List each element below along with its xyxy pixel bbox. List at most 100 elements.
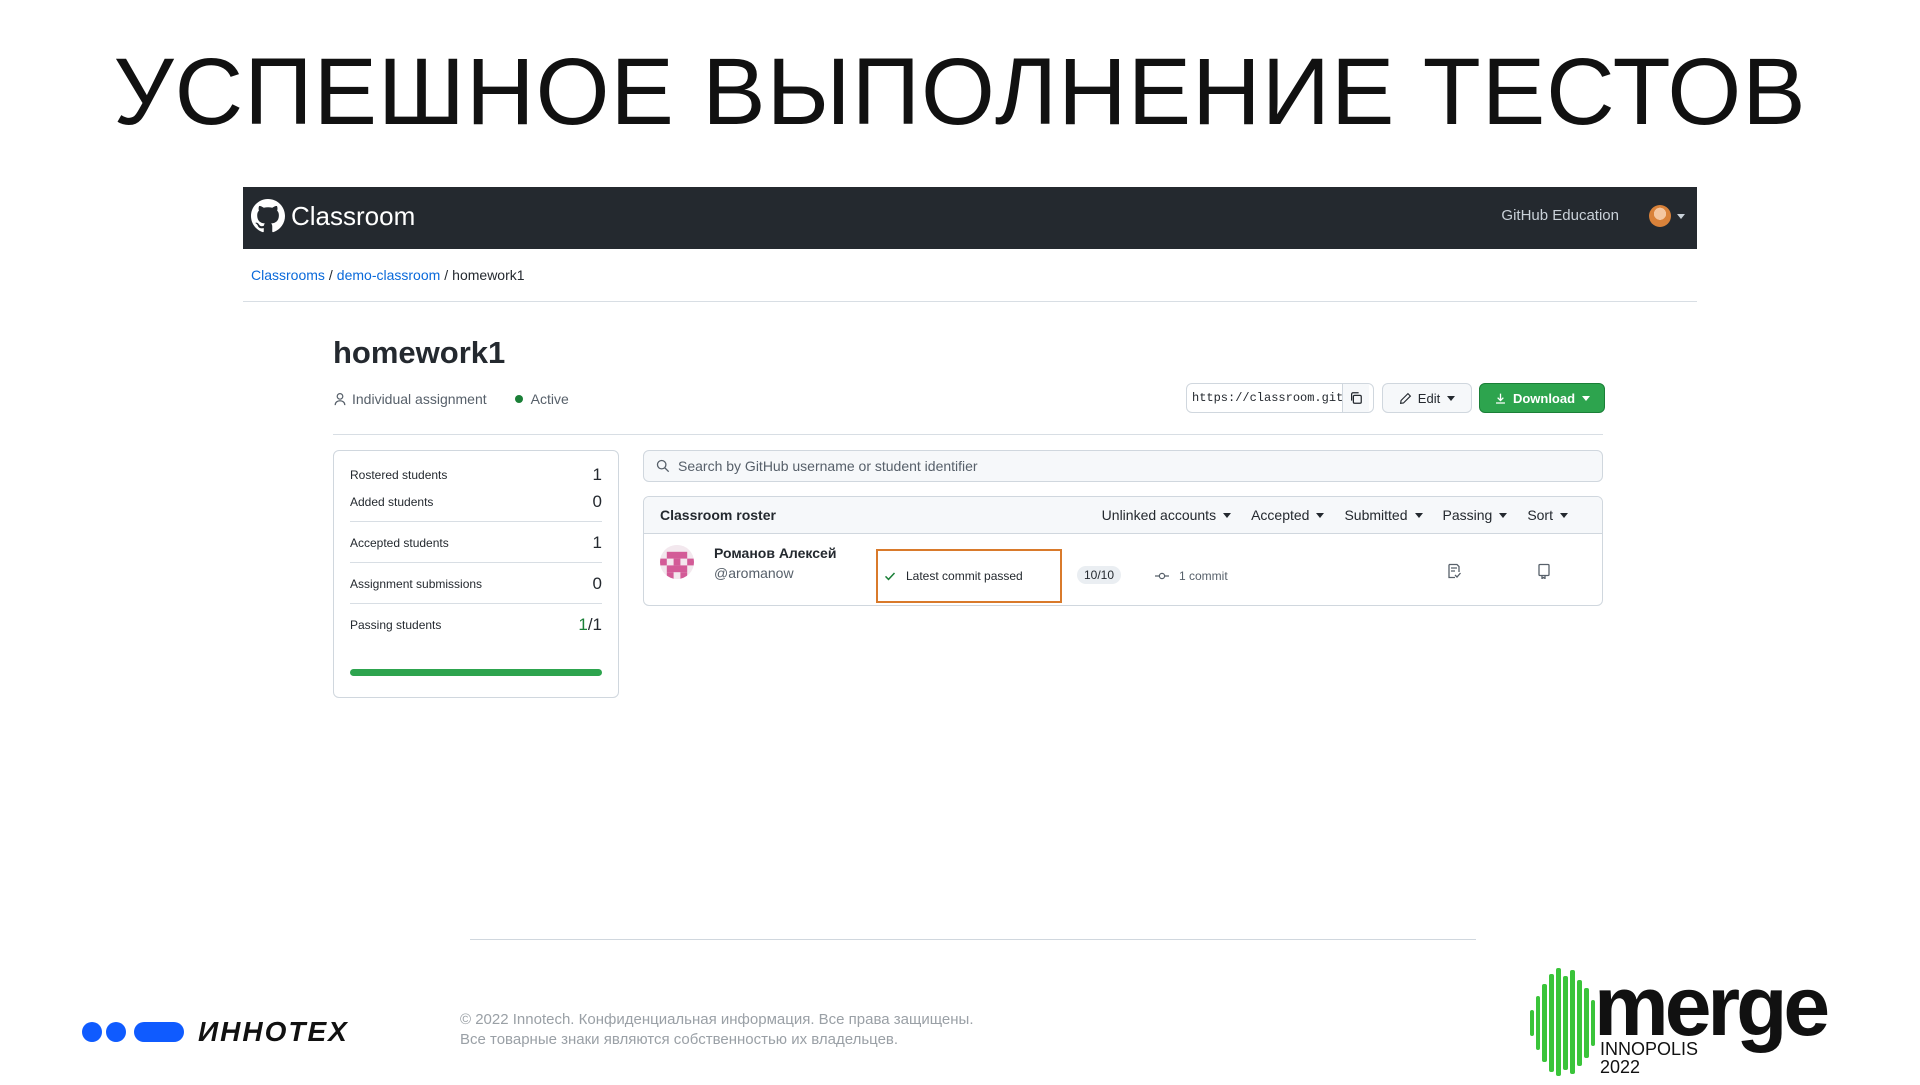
divider <box>243 301 1697 302</box>
filter-label: Sort <box>1527 507 1553 523</box>
filter-unlinked-accounts[interactable]: Unlinked accounts <box>1101 507 1232 523</box>
logo-dot <box>82 1022 102 1042</box>
stat-value: 1/1 <box>578 615 602 635</box>
student-avatar[interactable] <box>660 545 694 579</box>
stat-rostered: Rostered students 1 <box>350 465 602 485</box>
stat-value: 0 <box>592 492 602 511</box>
commit-count[interactable]: 1 commit <box>1155 569 1228 583</box>
edit-button[interactable]: Edit <box>1382 383 1472 413</box>
stat-value: 0 <box>592 574 602 593</box>
stat-value: 1 <box>592 465 602 484</box>
filter-submitted[interactable]: Submitted <box>1344 507 1423 523</box>
chevron-down-icon <box>1560 512 1568 518</box>
copy-button[interactable] <box>1342 384 1369 412</box>
chevron-down-icon <box>1582 395 1591 401</box>
breadcrumb-separator: / <box>328 267 333 283</box>
edit-label: Edit <box>1417 390 1441 406</box>
filter-label: Unlinked accounts <box>1101 507 1217 523</box>
search-icon <box>656 459 670 473</box>
filter-passing[interactable]: Passing <box>1443 507 1508 523</box>
passing-progress-fill <box>350 669 602 676</box>
passing-count: 1 <box>578 615 588 634</box>
passing-progress-bar <box>350 669 602 676</box>
breadcrumb-classroom[interactable]: demo-classroom <box>337 267 440 283</box>
status-dot-icon <box>514 395 523 403</box>
merge-innopolis-logo: merge INNOPOLIS 2022 <box>1528 959 1858 1080</box>
stat-accepted: Accepted students 1 <box>350 533 602 553</box>
user-avatar[interactable] <box>1649 205 1671 227</box>
classroom-roster: Classroom roster Unlinked accounts Accep… <box>643 496 1603 606</box>
stat-added: Added students 0 <box>350 492 602 512</box>
feedback-icon[interactable] <box>1446 563 1462 579</box>
invite-url-text[interactable]: https://classroom.git <box>1187 391 1342 405</box>
stat-label: Added students <box>350 495 434 509</box>
innotech-logo: ИННОТЕХ <box>82 1016 349 1048</box>
logo-pill <box>134 1022 184 1042</box>
commit-count-label: 1 commit <box>1179 569 1228 583</box>
filter-label: Passing <box>1442 507 1493 523</box>
assignment-type: Individual assignment <box>333 391 487 407</box>
search-placeholder[interactable]: Search by GitHub username or student ide… <box>678 458 978 474</box>
stats-panel: Rostered students 1 Added students 0 Acc… <box>333 450 619 698</box>
check-icon <box>884 572 896 581</box>
screenshot-github-classroom: Classroom GitHub Education Classrooms / de… <box>243 187 1697 707</box>
breadcrumb-separator: / <box>444 267 449 283</box>
identicon-icon <box>660 545 694 579</box>
student-name[interactable]: Романов Алексей <box>714 545 836 561</box>
roster-filters: Unlinked accounts Accepted Submitted Pas… <box>1082 507 1568 523</box>
roster-header: Classroom roster Unlinked accounts Accep… <box>644 497 1602 534</box>
download-button[interactable]: Download <box>1479 383 1605 413</box>
repository-icon[interactable] <box>1536 563 1552 579</box>
filter-label: Accepted <box>1251 507 1310 523</box>
git-commit-icon <box>1155 572 1169 580</box>
divider <box>350 603 602 604</box>
github-education-link[interactable]: GitHub Education <box>1501 207 1619 224</box>
stat-label: Accepted students <box>350 536 449 550</box>
filter-accepted[interactable]: Accepted <box>1251 507 1325 523</box>
breadcrumb-classrooms[interactable]: Classrooms <box>251 267 325 283</box>
chevron-down-icon <box>1447 395 1456 401</box>
chevron-down-icon <box>1499 512 1508 518</box>
stat-label: Passing students <box>350 618 442 632</box>
innotech-wordmark: ИННОТЕХ <box>198 1016 349 1047</box>
search-input[interactable]: Search by GitHub username or student ide… <box>643 450 1603 482</box>
filter-label: Submitted <box>1344 507 1408 523</box>
pencil-icon <box>1399 392 1411 404</box>
event-year: 2022 <box>1600 1057 1641 1077</box>
chevron-down-icon[interactable] <box>1677 214 1685 219</box>
assignment-status-label: Active <box>530 391 569 407</box>
top-navbar: Classroom GitHub Education <box>243 187 1697 249</box>
invite-url-field[interactable]: https://classroom.git <box>1186 383 1374 413</box>
slide-title: УСПЕШНОЕ ВЫПОЛНЕНИЕ ТЕСТОВ <box>113 39 1807 145</box>
stat-value: 1 <box>592 533 602 552</box>
commit-status-highlight[interactable]: Latest commit passed <box>876 549 1062 603</box>
divider <box>350 562 602 563</box>
divider <box>333 434 1603 435</box>
divider <box>350 521 602 522</box>
filter-sort[interactable]: Sort <box>1527 507 1568 523</box>
chevron-down-icon <box>1414 512 1423 518</box>
stat-label: Rostered students <box>350 468 448 482</box>
chevron-down-icon <box>1223 512 1232 518</box>
breadcrumb: Classrooms / demo-classroom / homework1 <box>251 267 525 283</box>
assignment-meta: Individual assignment Active <box>333 391 597 407</box>
event-city: INNOPOLIS <box>1600 1039 1699 1059</box>
passing-total: /1 <box>587 615 602 634</box>
page-title: homework1 <box>333 335 506 370</box>
legal-notice: © 2022 Innotech. Конфиденциальная информ… <box>460 1010 974 1050</box>
student-login[interactable]: @aromanow <box>714 565 794 581</box>
score-badge: 10/10 <box>1077 566 1122 584</box>
roster-title: Classroom roster <box>660 507 776 523</box>
chevron-down-icon <box>1316 512 1325 518</box>
copy-icon <box>1351 392 1362 404</box>
assignment-status: Active <box>514 391 569 407</box>
app-name[interactable]: Classroom <box>291 201 415 232</box>
commit-status-label: Latest commit passed <box>906 569 1023 583</box>
github-octocat-icon[interactable] <box>251 199 285 233</box>
breadcrumb-assignment: homework1 <box>452 267 525 283</box>
footer-divider <box>470 939 1476 940</box>
legal-line: Все товарные знаки являются собственност… <box>460 1031 899 1048</box>
stat-submissions: Assignment submissions 0 <box>350 574 602 594</box>
merge-subtitle: INNOPOLIS 2022 <box>1600 1040 1698 1076</box>
stat-label: Assignment submissions <box>350 577 483 591</box>
